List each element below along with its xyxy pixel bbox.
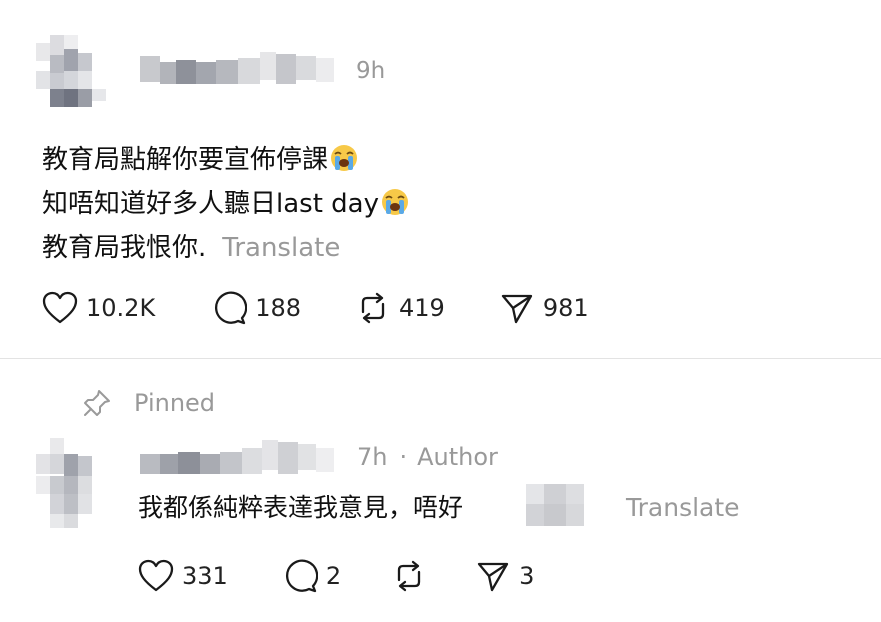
send-icon: [477, 562, 509, 592]
reply-meta: 7h · Author: [357, 443, 498, 471]
post-body: 教育局點解你要宣佈停課 知唔知道好多人聽日last day 教育局我恨你. Tra…: [42, 138, 409, 270]
like-count: 10.2K: [86, 294, 156, 322]
post-timestamp: 9h: [356, 58, 386, 84]
comment-bubble-icon: [285, 559, 318, 593]
like-count: 331: [182, 562, 228, 590]
loudly-crying-face-emoji: [331, 145, 358, 171]
repost-icon: [397, 560, 421, 592]
share-count: 981: [542, 294, 589, 322]
post-line-2: 知唔知道好多人聽日last day: [42, 182, 409, 226]
heart-icon: [138, 559, 174, 592]
repost-icon: [361, 292, 385, 324]
repost-count: 419: [399, 294, 445, 322]
pin-icon: [84, 390, 110, 416]
like-button[interactable]: 331: [138, 559, 228, 593]
comment-button[interactable]: 188: [211, 290, 301, 326]
avatar[interactable]: [36, 438, 106, 528]
like-button[interactable]: 10.2K: [42, 291, 155, 325]
comment-button[interactable]: 2: [282, 558, 341, 594]
reply-actions: 331 2 3: [138, 558, 534, 594]
username-blurred[interactable]: [140, 438, 334, 478]
post-line-1: 教育局點解你要宣佈停課: [42, 138, 409, 182]
share-count: 3: [519, 562, 535, 590]
reply-body: 我都係純粹表達我意見，唔好謝謝。Translate: [138, 493, 740, 522]
redaction-block: [526, 484, 584, 526]
divider: [0, 358, 881, 359]
comment-count: 2: [325, 562, 342, 590]
post-actions: 10.2K 188 419 981: [42, 290, 589, 326]
separator: ·: [399, 443, 408, 471]
share-button[interactable]: 981: [499, 290, 589, 326]
reply-timestamp: 7h: [357, 443, 388, 471]
translate-link[interactable]: Translate: [222, 233, 340, 263]
pinned-label: Pinned: [82, 388, 215, 418]
send-icon: [501, 294, 532, 324]
share-button[interactable]: 3: [475, 558, 534, 594]
comment-count: 188: [255, 294, 301, 322]
repost-button[interactable]: [391, 558, 427, 594]
comment-bubble-icon: [215, 291, 248, 325]
author-badge: Author: [417, 443, 498, 471]
heart-icon: [42, 291, 78, 324]
avatar[interactable]: [36, 35, 106, 107]
loudly-crying-face-emoji: [382, 189, 408, 215]
repost-button[interactable]: 419: [355, 290, 445, 326]
translate-link[interactable]: Translate: [626, 493, 740, 522]
post-line-3: 教育局我恨你. Translate: [42, 233, 341, 263]
username-blurred[interactable]: [140, 48, 334, 88]
